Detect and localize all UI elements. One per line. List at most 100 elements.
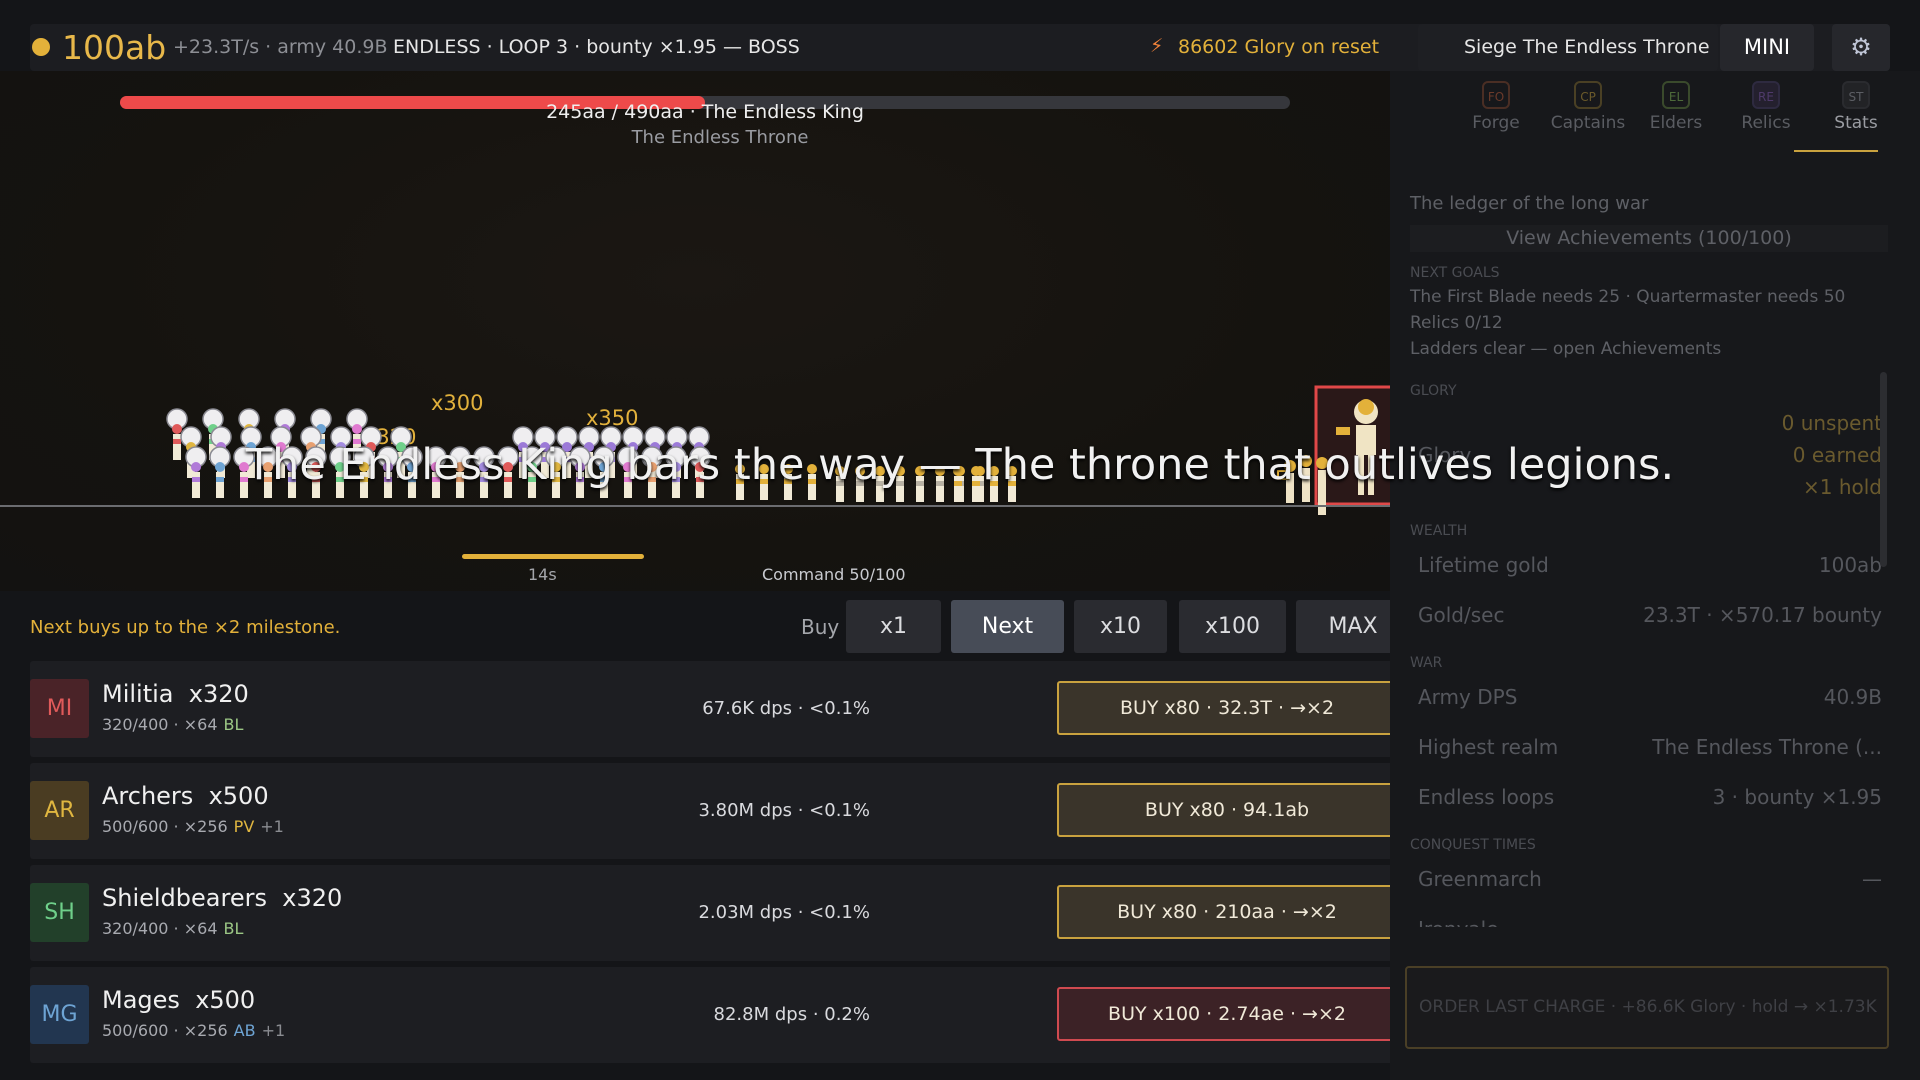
stat-value: 40.9B: [1823, 685, 1882, 709]
war-heading: WAR: [1410, 655, 1443, 671]
unit-extra-tags: +1: [261, 1021, 286, 1040]
stat-highest-realm: Highest realm The Endless Throne (...: [1418, 735, 1882, 759]
gold-amount: 100ab: [62, 28, 167, 67]
unit-row-shieldbearers: SH Shieldbearers x320 320/400 · ×64 BL 2.…: [30, 865, 1397, 961]
boss-banner: The Endless King bars the way — The thro…: [245, 440, 1675, 490]
unit-meta: 320/400 · ×64: [102, 919, 218, 938]
stat-label: Gold/sec: [1418, 603, 1505, 627]
stat-army-dps: Army DPS 40.9B: [1418, 685, 1882, 709]
stat-endless-loops: Endless loops 3 · bounty ×1.95: [1418, 785, 1882, 809]
stat-value: 3 · bounty ×1.95: [1712, 785, 1882, 809]
siege-button[interactable]: Siege The Endless Throne: [1418, 24, 1718, 71]
unit-count: x320: [282, 884, 343, 912]
stat-label: Endless loops: [1418, 785, 1555, 809]
tab-stats[interactable]: ST Stats: [1812, 81, 1900, 133]
buy-label: Buy: [801, 615, 840, 639]
unit-meta: 500/600 · ×256: [102, 1021, 228, 1040]
buy-qty-x10[interactable]: x10: [1074, 600, 1167, 653]
stat-lifetime-gold: Lifetime gold 100ab: [1418, 553, 1882, 577]
goal-item: Relics 0/12: [1410, 313, 1503, 333]
mini-button[interactable]: MINI: [1720, 24, 1814, 71]
unit-dps: 67.6K dps · <0.1%: [702, 698, 870, 719]
buy-qty-x1[interactable]: x1: [846, 600, 941, 653]
ledger-title: The ledger of the long war: [1410, 193, 1649, 214]
unit-name: Shieldbearers: [102, 884, 267, 912]
tab-forge[interactable]: FO Forge: [1452, 81, 1540, 133]
stat-label: Lifetime gold: [1418, 553, 1549, 577]
buy-militia-button[interactable]: BUY x80 · 32.3T · →×2: [1057, 681, 1397, 735]
stat-value: 100ab: [1818, 553, 1882, 577]
unit-tag: BL: [223, 919, 244, 938]
unit-tag: PV: [233, 817, 255, 836]
buy-qty-next[interactable]: Next: [951, 600, 1064, 653]
unit-meta: 320/400 · ×64: [102, 715, 218, 734]
tab-label: Elders: [1649, 113, 1703, 133]
tab-captains[interactable]: CP Captains: [1538, 81, 1638, 133]
tab-label: Relics: [1741, 113, 1791, 133]
mages-icon: MG: [30, 985, 89, 1044]
army-formation: [166, 385, 1390, 515]
stat-label: Greenmarch: [1418, 867, 1542, 891]
unit-row-mages: MG Mages x500 500/600 · ×256 AB +1 82.8M d…: [30, 967, 1397, 1063]
buy-archers-button[interactable]: BUY x80 · 94.1ab: [1057, 783, 1397, 837]
loop-status: ENDLESS · LOOP 3 · bounty ×1.95 — BOSS: [393, 36, 800, 58]
elders-icon: EL: [1662, 81, 1690, 109]
stat-value: 23.3T · ×570.17 bounty: [1643, 603, 1882, 627]
charge-timer: 14s: [528, 565, 557, 584]
gear-icon: ⚙: [1850, 33, 1872, 61]
command-counter: Command 50/100: [762, 565, 906, 584]
top-bar: 100ab +23.3T/s · army 40.9B ENDLESS · LO…: [30, 24, 1890, 71]
unit-tag: BL: [223, 715, 244, 734]
unit-row-archers: AR Archers x500 500/600 · ×256 PV +1 3.80M…: [30, 763, 1397, 859]
stat-conquest-greenmarch: Greenmarch —: [1418, 867, 1882, 891]
tab-label: Stats: [1834, 113, 1878, 133]
archers-icon: AR: [30, 781, 89, 840]
ground-line: [0, 505, 1440, 507]
captains-icon: CP: [1574, 81, 1602, 109]
tab-elders[interactable]: EL Elders: [1632, 81, 1720, 133]
view-achievements-button[interactable]: View Achievements (100/100): [1410, 225, 1888, 252]
unit-name: Archers: [102, 782, 194, 810]
charge-progress-bar: [462, 554, 644, 559]
forge-icon: FO: [1482, 81, 1510, 109]
stat-label: Highest realm: [1418, 735, 1559, 759]
relics-icon: RE: [1752, 81, 1780, 109]
unit-dps: 2.03M dps · <0.1%: [698, 902, 870, 923]
battlefield: 245aa / 490aa · The Endless King The End…: [0, 71, 1440, 591]
unit-meta: 500/600 · ×256: [102, 817, 228, 836]
tab-relics[interactable]: RE Relics: [1722, 81, 1810, 133]
settings-button[interactable]: ⚙: [1832, 24, 1890, 71]
stats-icon: ST: [1842, 81, 1870, 109]
conquest-heading: CONQUEST TIMES: [1410, 837, 1536, 853]
goal-item: Ladders clear — open Achievements: [1410, 339, 1722, 359]
order-last-charge-button[interactable]: ORDER LAST CHARGE · +86.6K Glory · hold …: [1405, 966, 1889, 1049]
unit-count: x500: [208, 782, 269, 810]
unit-name: Militia: [102, 680, 174, 708]
lightning-icon: ⚡: [1150, 35, 1164, 57]
stat-label: Ironvale: [1418, 917, 1499, 927]
glory-on-reset: 86602 Glory on reset: [1178, 36, 1380, 58]
unit-row-militia: MI Militia x320 320/400 · ×64 BL 67.6K dp…: [30, 661, 1397, 757]
unit-extra-tags: +1: [260, 817, 284, 836]
tab-label: Forge: [1472, 113, 1520, 133]
wealth-heading: WEALTH: [1410, 523, 1468, 539]
goal-item: The First Blade needs 25 · Quartermaster…: [1410, 287, 1846, 307]
unit-dps: 82.8M dps · 0.2%: [713, 1004, 870, 1025]
shieldbearers-icon: SH: [30, 883, 89, 942]
buy-shieldbearers-button[interactable]: BUY x80 · 210aa · →×2: [1057, 885, 1397, 939]
buy-qty-x100[interactable]: x100: [1179, 600, 1286, 653]
militia-icon: MI: [30, 679, 89, 738]
stat-gold-per-sec: Gold/sec 23.3T · ×570.17 bounty: [1418, 603, 1882, 627]
stat-conquest-ironvale: Ironvale: [1418, 917, 1882, 927]
next-goals-heading: NEXT GOALS: [1410, 265, 1500, 281]
unit-count: x500: [195, 986, 256, 1014]
glory-heading: GLORY: [1410, 383, 1457, 399]
unit-tag: AB: [233, 1021, 256, 1040]
buy-mages-button[interactable]: BUY x100 · 2.74ae · →×2: [1057, 987, 1397, 1041]
stat-label: Army DPS: [1418, 685, 1518, 709]
gold-coin-icon: [32, 38, 50, 56]
stat-value: —: [1862, 867, 1882, 891]
glory-unspent: 0 unspent: [1781, 411, 1882, 435]
unit-dps: 3.80M dps · <0.1%: [698, 800, 870, 821]
milestone-note: Next buys up to the ×2 milestone.: [30, 617, 341, 638]
